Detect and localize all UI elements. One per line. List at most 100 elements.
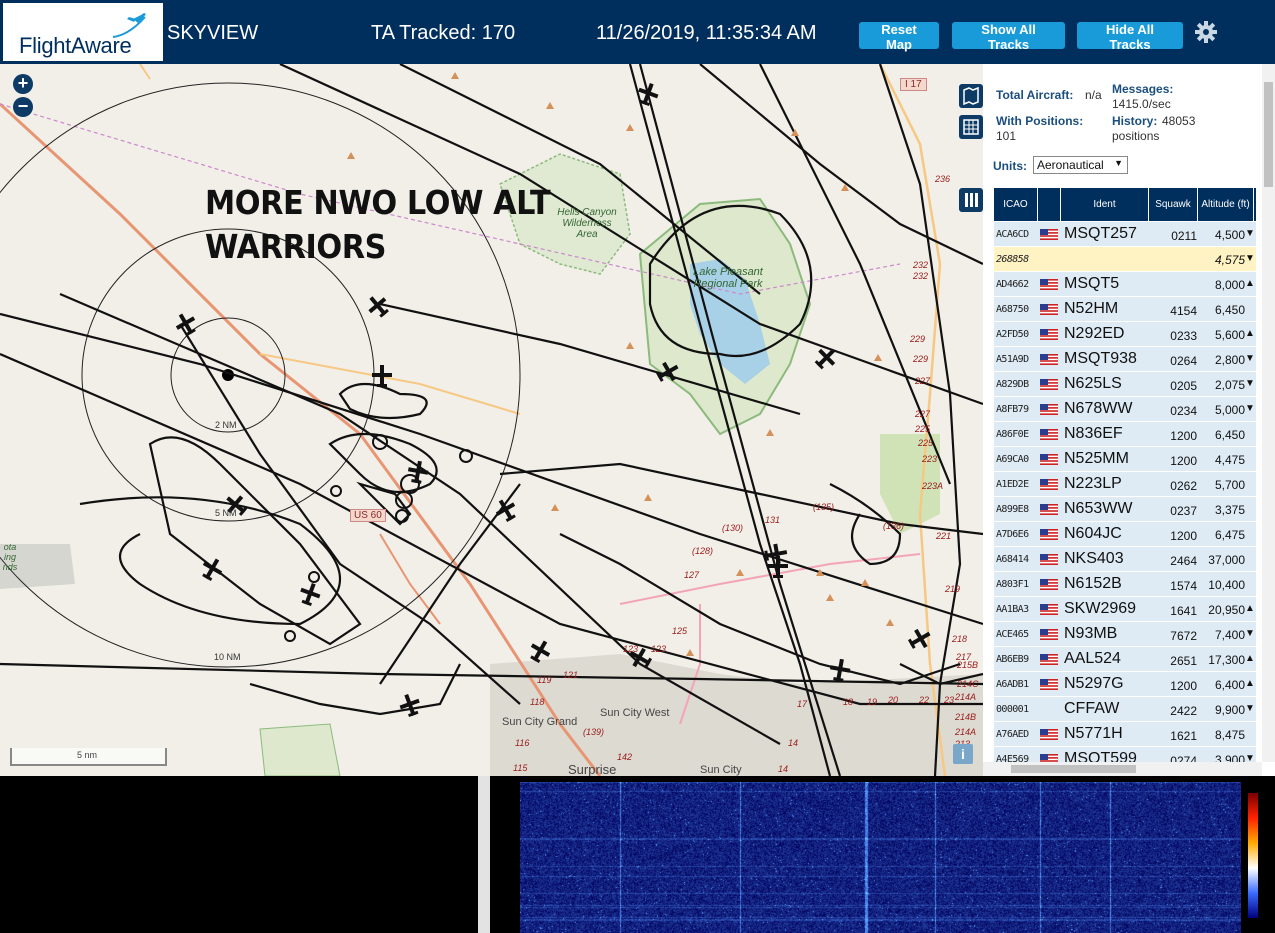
ident-cell: NKS403 <box>1064 550 1124 567</box>
gear-icon[interactable] <box>1194 20 1218 44</box>
table-row[interactable]: A8FB79 N678WW 0234 5,000 ▼ <box>994 397 1256 422</box>
range-ring-10nm: 10 NM <box>214 652 241 662</box>
col-ident[interactable]: Ident <box>1061 188 1149 221</box>
altitude-cell: 2,800 <box>1214 353 1245 367</box>
table-row[interactable]: A76AED N5771H 1621 8,475 <box>994 722 1256 747</box>
us-flag-icon <box>1040 679 1058 690</box>
hwy-i17: I 17 <box>900 78 927 91</box>
ident-cell: SKW2969 <box>1064 600 1137 617</box>
ident-cell: N292ED <box>1064 325 1125 342</box>
road-num: 14 <box>778 764 789 774</box>
squawk-cell: 1200 <box>1170 679 1197 693</box>
icao-cell: 000001 <box>996 704 1029 715</box>
park-label-hells-canyon: Hells Canyon Wilderness Area <box>557 207 617 240</box>
ident-cell: N625LS <box>1064 375 1122 392</box>
aircraft-sidebar: Total Aircraft: n/a With Positions: 101 … <box>983 64 1275 776</box>
hide-all-tracks-button[interactable]: Hide All Tracks <box>1077 22 1183 52</box>
icao-cell: A899E8 <box>996 504 1029 515</box>
hwy-us60: US 60 <box>350 509 386 522</box>
table-row[interactable]: AA1BA3 SKW2969 1641 20,950 ▲ <box>994 597 1256 622</box>
road-num: 123 <box>623 644 639 654</box>
us-flag-icon <box>1040 404 1058 415</box>
table-row[interactable]: A69CA0 N525MM 1200 4,475 <box>994 447 1256 472</box>
table-row[interactable]: A2FD50 N292ED 0233 5,600 ▲ <box>994 322 1256 347</box>
altitude-cell: 9,900 <box>1214 703 1245 717</box>
info-button[interactable]: i <box>953 744 973 764</box>
road-num: 121 <box>563 670 579 680</box>
squawk-cell: 2422 <box>1170 704 1197 718</box>
squawk-cell: 1200 <box>1170 429 1197 443</box>
reset-map-button[interactable]: Reset Map <box>859 22 939 52</box>
road-num: 115 <box>513 763 528 773</box>
altitude-cell: 37,000 <box>1208 553 1245 567</box>
columns-icon[interactable] <box>959 188 983 212</box>
grid-icon[interactable] <box>959 115 983 139</box>
squawk-cell: 2651 <box>1170 654 1197 668</box>
table-row[interactable]: ACA6CD MSQT257 0211 4,500 ▼ <box>994 222 1256 247</box>
table-row[interactable]: A68414 NKS403 2464 37,000 <box>994 547 1256 572</box>
us-flag-icon <box>1040 479 1058 490</box>
logo-text: FlightAware <box>19 33 132 58</box>
table-row[interactable]: A1ED2E N223LP 0262 5,700 <box>994 472 1256 497</box>
map-layer-icon[interactable] <box>959 84 983 108</box>
altitude-cell: 8,000 <box>1214 278 1245 292</box>
altitude-trend-icon: ▼ <box>1245 353 1255 364</box>
road-num: 221 <box>936 531 952 541</box>
units-select[interactable]: Aeronautical ▼ <box>1033 156 1128 174</box>
table-row[interactable]: A7D6E6 N604JC 1200 6,475 <box>994 522 1256 547</box>
ident-cell: N223LP <box>1064 475 1122 492</box>
col-squawk[interactable]: Squawk <box>1149 188 1198 221</box>
squawk-cell: 0262 <box>1170 479 1197 493</box>
road-num: 229 <box>910 334 926 344</box>
ident-cell: N5771H <box>1064 725 1123 742</box>
road-num: 215B <box>957 660 979 670</box>
park-label-lake-pleasant: Lake Pleasant Regional Park <box>693 266 763 290</box>
table-row[interactable]: AD4662 MSQT5 8,000 ▲ <box>994 272 1256 297</box>
icao-cell: A2FD50 <box>996 329 1029 340</box>
table-row[interactable]: A68750 N52HM 4154 6,450 <box>994 297 1256 322</box>
squawk-cell: 0233 <box>1170 329 1197 343</box>
table-row[interactable]: A829DB N625LS 0205 2,075 ▼ <box>994 372 1256 397</box>
panel-divider[interactable] <box>478 776 490 933</box>
road-num: 214A <box>955 727 977 737</box>
icao-cell: A1ED2E <box>996 479 1029 490</box>
table-row[interactable]: 000001 CFFAW 2422 9,900 ▼ <box>994 697 1256 722</box>
sidebar-vertical-scrollbar[interactable] <box>1262 64 1275 762</box>
scroll-thumb[interactable] <box>1011 765 1136 773</box>
altitude-trend-icon: ▲ <box>1245 603 1255 614</box>
zoom-in-button[interactable]: + <box>13 74 33 94</box>
altitude-trend-icon: ▼ <box>1245 703 1255 714</box>
chevron-down-icon: ▼ <box>1114 158 1123 168</box>
road-num: 214A <box>955 692 977 702</box>
table-row[interactable]: ACE465 N93MB 7672 7,400 ▼ <box>994 622 1256 647</box>
map-view[interactable]: + − MORE NWO LOW ALT WARRIORS 2 NM 5 NM … <box>0 64 983 776</box>
altitude-cell: 20,950 <box>1208 603 1245 617</box>
road-num: 118 <box>530 697 545 707</box>
us-flag-icon <box>1040 554 1058 565</box>
road-num: (136) <box>883 521 905 531</box>
flightaware-logo[interactable]: FlightAware <box>3 3 163 61</box>
table-row[interactable]: AB6EB9 AAL524 2651 17,300 ▲ <box>994 647 1256 672</box>
zoom-out-button[interactable]: − <box>13 97 33 117</box>
us-flag-icon <box>1040 279 1058 290</box>
squawk-cell: 0264 <box>1170 354 1197 368</box>
table-row[interactable]: A803F1 N6152B 1574 10,400 <box>994 572 1256 597</box>
road-num: 14 <box>788 738 799 748</box>
altitude-trend-icon: ▼ <box>1245 228 1255 239</box>
table-row[interactable]: A51A9D MSQT938 0264 2,800 ▼ <box>994 347 1256 372</box>
us-flag-icon <box>1040 354 1058 365</box>
table-row[interactable]: A899E8 N653WW 0237 3,375 <box>994 497 1256 522</box>
icao-cell: ACE465 <box>996 629 1029 640</box>
show-all-tracks-button[interactable]: Show All Tracks <box>952 22 1065 52</box>
us-flag-icon <box>1040 529 1058 540</box>
us-flag-icon <box>1040 504 1058 515</box>
table-row[interactable]: A6ADB1 N5297G 1200 6,400 ▲ <box>994 672 1256 697</box>
col-flag[interactable] <box>1038 188 1061 221</box>
table-row[interactable]: A86F0E N836EF 1200 6,450 <box>994 422 1256 447</box>
road-num: (135) <box>813 502 835 512</box>
sidebar-horizontal-scrollbar[interactable] <box>983 762 1262 776</box>
col-icao[interactable]: ICAO <box>994 188 1038 221</box>
table-row[interactable]: 268858 4,575 ▼ <box>994 247 1256 272</box>
col-altitude[interactable]: Altitude (ft) <box>1198 188 1254 221</box>
scroll-thumb[interactable] <box>1264 82 1273 187</box>
